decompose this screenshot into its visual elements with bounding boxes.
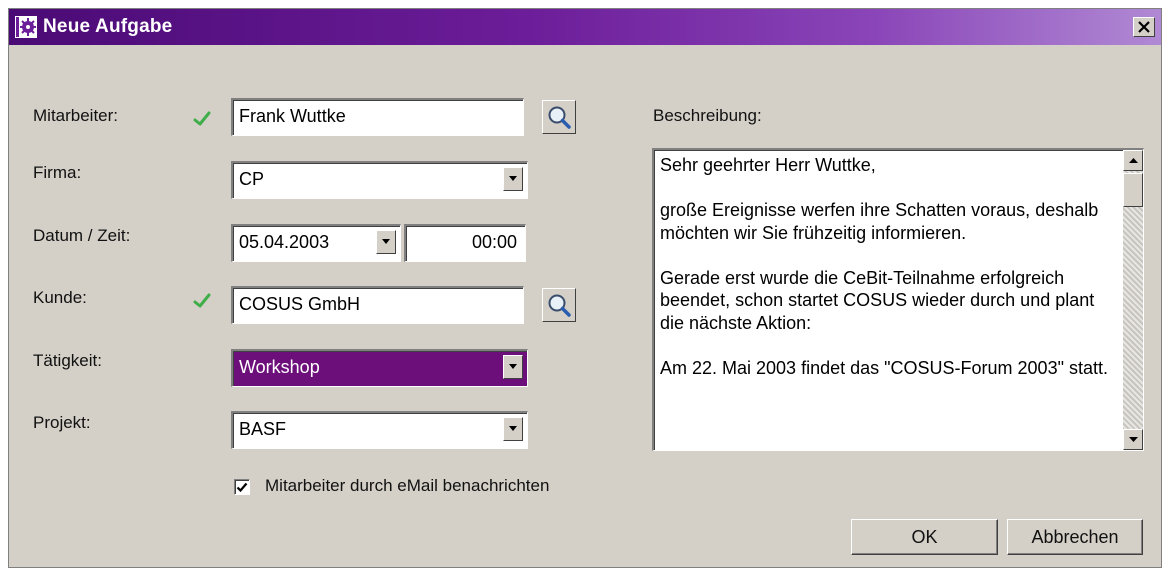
projekt-select[interactable]: BASF (231, 411, 528, 449)
time-value: 00:00 (471, 232, 517, 252)
notify-label[interactable]: Mitarbeiter durch eMail benachrichten (265, 476, 549, 496)
notify-checkbox[interactable] (234, 479, 250, 495)
date-value: 05.04.2003 (239, 232, 330, 252)
mitarbeiter-lookup-button[interactable] (542, 100, 576, 134)
taetigkeit-dropdown-button[interactable] (503, 355, 523, 379)
vertical-scrollbar[interactable] (1123, 150, 1143, 450)
chevron-down-icon (509, 364, 517, 369)
firma-select[interactable]: CP (231, 161, 528, 199)
firma-dropdown-button[interactable] (503, 167, 523, 191)
projekt-dropdown-button[interactable] (503, 417, 523, 441)
taetigkeit-value: Workshop (239, 357, 320, 377)
chevron-down-icon (1128, 437, 1138, 442)
checkmark-icon (193, 111, 211, 126)
taetigkeit-label: Tätigkeit: (33, 351, 102, 370)
close-button[interactable] (1133, 17, 1155, 37)
kunde-label: Kunde: (33, 288, 87, 307)
projekt-label: Projekt: (33, 413, 91, 432)
mitarbeiter-label: Mitarbeiter: (33, 106, 119, 125)
chevron-up-icon (1128, 158, 1138, 163)
beschreibung-label: Beschreibung: (653, 106, 762, 125)
beschreibung-text[interactable]: Sehr geehrter Herr Wuttke, große Ereigni… (660, 154, 1118, 379)
date-picker-button[interactable] (376, 230, 396, 254)
time-field[interactable]: 00:00 (404, 224, 526, 262)
mitarbeiter-input[interactable] (239, 106, 523, 127)
search-icon (548, 294, 571, 317)
kunde-input[interactable] (239, 294, 523, 315)
title-bar[interactable]: Neue Aufgabe (9, 9, 1161, 45)
scroll-thumb[interactable] (1123, 173, 1143, 207)
firma-label: Firma: (33, 163, 82, 182)
checkmark-icon (236, 482, 248, 492)
chevron-down-icon (382, 239, 390, 244)
mitarbeiter-field[interactable] (231, 98, 524, 136)
projekt-value: BASF (239, 419, 287, 439)
search-icon (548, 106, 571, 129)
kunde-field[interactable] (231, 286, 524, 324)
checkmark-icon (193, 293, 211, 308)
firma-value: CP (239, 169, 265, 189)
chevron-down-icon (509, 426, 517, 431)
close-icon (1138, 21, 1150, 33)
window-title: Neue Aufgabe (43, 16, 173, 37)
datum-zeit-label: Datum / Zeit: (33, 226, 131, 245)
beschreibung-textarea[interactable]: Sehr geehrter Herr Wuttke, große Ereigni… (652, 148, 1144, 451)
cancel-button[interactable]: Abbrechen (1007, 519, 1143, 555)
taetigkeit-select[interactable]: Workshop (231, 349, 528, 387)
ok-button[interactable]: OK (851, 519, 998, 555)
scroll-down-button[interactable] (1123, 429, 1143, 450)
dialog-window: Neue Aufgabe Mitarbeiter: Firma: CP Datu… (8, 8, 1162, 568)
task-icon (15, 16, 37, 38)
scroll-up-button[interactable] (1123, 150, 1143, 171)
chevron-down-icon (509, 176, 517, 181)
kunde-lookup-button[interactable] (542, 288, 576, 322)
